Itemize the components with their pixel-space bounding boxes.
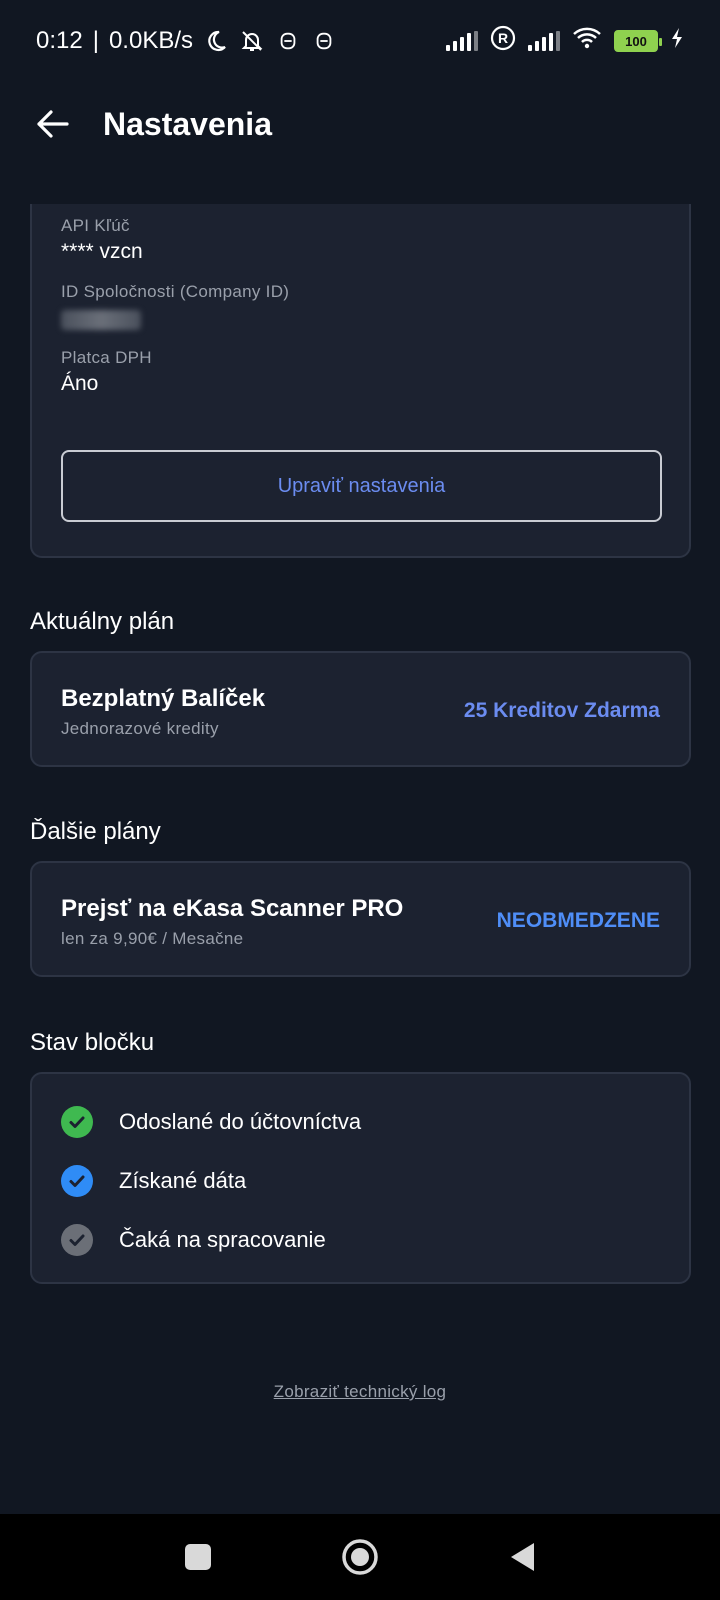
status-legend-item: Čaká na spracovanie — [61, 1224, 326, 1256]
company-id-value-redacted — [61, 310, 141, 330]
signal-icon — [446, 31, 478, 51]
edit-settings-button[interactable]: Upraviť nastavenia — [61, 450, 662, 522]
check-circle-icon — [61, 1224, 93, 1256]
settings-card: API Kľúč **** vzcn ID Spoločnosti (Compa… — [30, 204, 691, 558]
page-title: Nastavenia — [103, 106, 272, 142]
pro-plan-badge: NEOBMEDZENE — [496, 909, 660, 932]
vat-payer-label: Platca DPH — [61, 348, 152, 367]
arrow-left-icon — [37, 110, 69, 138]
status-legend-item: Odoslané do účtovníctva — [61, 1106, 361, 1138]
technical-log-link[interactable]: Zobraziť technický log — [0, 1382, 720, 1402]
status-bar: 0:12 | 0.0KB/s R 100 — [0, 0, 720, 82]
status-legend-item: Získané dáta — [61, 1165, 246, 1197]
svg-text:R: R — [498, 30, 508, 46]
company-id-label: ID Spoločnosti (Company ID) — [61, 282, 290, 301]
current-plan-subtitle: Jednorazové kredity — [61, 719, 219, 738]
receipt-status-heading: Stav bločku — [30, 1029, 155, 1056]
home-icon[interactable] — [340, 1537, 380, 1577]
vat-payer-value: Áno — [61, 372, 99, 395]
status-legend-label: Čaká na spracovanie — [119, 1227, 326, 1252]
status-legend-label: Odoslané do účtovníctva — [119, 1109, 362, 1134]
back-button[interactable] — [30, 102, 74, 146]
battery-icon: 100 — [614, 30, 662, 52]
recent-apps-icon[interactable] — [178, 1537, 218, 1577]
receipt-status-card: Odoslané do účtovníctva Získané dáta Čak… — [30, 1072, 691, 1284]
status-legend-label: Získané dáta — [119, 1168, 247, 1193]
pro-plan-card[interactable]: Prejsť na eKasa Scanner PRO len za 9,90€… — [30, 861, 691, 977]
status-time: 0:12 — [36, 27, 83, 54]
registered-icon: R — [490, 25, 516, 58]
check-circle-icon — [61, 1165, 93, 1197]
moon-icon — [203, 28, 229, 54]
current-plan-card[interactable]: Bezplatný Balíček Jednorazové kredity 25… — [30, 651, 691, 767]
back-icon[interactable] — [502, 1537, 542, 1577]
charging-icon — [670, 27, 684, 56]
notification-icon — [311, 28, 337, 54]
current-plan-badge: 25 Kreditov Zdarma — [463, 699, 660, 722]
other-plans-heading: Ďalšie plány — [30, 818, 161, 845]
notification-icon — [275, 28, 301, 54]
app-bar: Nastavenia — [0, 82, 720, 204]
pro-plan-subtitle: len za 9,90€ / Mesačne — [61, 929, 244, 948]
current-plan-heading: Aktuálny plán — [30, 608, 175, 635]
navigation-bar — [0, 1514, 720, 1600]
pro-plan-title: Prejsť na eKasa Scanner PRO — [61, 895, 404, 922]
status-speed: 0.0KB/s — [108, 27, 193, 54]
wifi-icon — [572, 26, 602, 57]
signal-icon — [528, 31, 560, 51]
api-key-value: **** vzcn — [61, 240, 143, 263]
api-key-label: API Kľúč — [61, 216, 130, 235]
bell-off-icon — [239, 28, 265, 54]
current-plan-title: Bezplatný Balíček — [61, 685, 266, 712]
check-circle-icon — [61, 1106, 93, 1138]
